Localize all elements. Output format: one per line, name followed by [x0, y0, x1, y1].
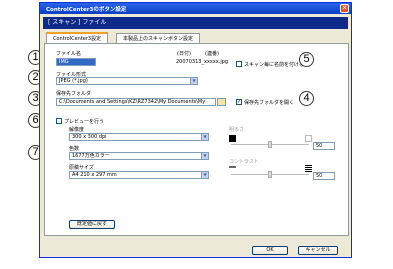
settings-panel: ファイル名 IMG (日付) (連番) 20070313_xxxxx.jpg ス…	[44, 43, 349, 236]
brightness-dark-icon	[229, 135, 236, 142]
callout-4: 4	[299, 91, 314, 106]
prompt-name-label: スキャン毎に名前を付ける	[244, 62, 305, 68]
serial-label: (連番)	[205, 51, 219, 57]
window-title: ControlCenter3のボタン設定	[46, 7, 127, 13]
doc-size-value: A4 210 x 297 mm	[72, 172, 117, 178]
ok-button[interactable]: OK	[252, 246, 288, 255]
contrast-value-field[interactable]: 50	[313, 172, 335, 180]
restore-defaults-button[interactable]: 既定値に戻す	[69, 220, 115, 229]
folder-browse-button[interactable]	[217, 98, 226, 106]
title-bar[interactable]: ControlCenter3のボタン設定 ✕	[40, 3, 351, 14]
settings-dialog: ControlCenter3のボタン設定 ✕ [ スキャン ] ファイル Con…	[39, 2, 352, 258]
chevron-down-icon[interactable]: ▼	[201, 172, 208, 178]
section-header: [ スキャン ] ファイル	[43, 17, 348, 29]
brightness-light-icon	[305, 135, 312, 142]
destination-input[interactable]: C:\Documents and Settings\KZ\RZ7342\My D…	[56, 98, 216, 106]
callout-5: 5	[299, 52, 314, 67]
contrast-low-icon	[229, 166, 236, 168]
resolution-select[interactable]: 300 x 300 dpi ▼	[69, 133, 209, 141]
chevron-down-icon[interactable]: ▼	[201, 134, 208, 140]
destination-label: 保存先フォルダ	[56, 91, 92, 97]
file-format-select[interactable]: JPEG (*.jpg) ▼	[56, 77, 198, 85]
close-button[interactable]: ✕	[340, 4, 349, 13]
preview-checkbox[interactable]	[56, 118, 62, 124]
brightness-slider-thumb[interactable]	[268, 141, 272, 148]
doc-size-label: 原稿サイズ	[69, 165, 94, 171]
doc-size-select[interactable]: A4 210 x 297 mm ▼	[69, 171, 209, 179]
show-folder-checkbox[interactable]: ✓	[236, 99, 242, 105]
color-value: 1677万色カラー	[72, 153, 110, 159]
date-label: (日付)	[177, 51, 191, 57]
tab-device-button-settings[interactable]: 本製品上のスキャンボタン設定	[116, 33, 201, 43]
tab-controlcenter-settings[interactable]: ControlCenter3設定	[46, 32, 109, 43]
brightness-label: 明るさ	[229, 127, 245, 133]
color-label: 色数	[69, 146, 80, 152]
file-format-value: JPEG (*.jpg)	[59, 78, 88, 84]
preview-label: プレビューを行う	[64, 119, 105, 125]
chevron-down-icon[interactable]: ▼	[201, 153, 208, 159]
contrast-slider-thumb[interactable]	[268, 171, 272, 178]
show-folder-label: 保存先フォルダを開く	[244, 100, 295, 106]
file-name-example: 20070313_xxxxx.jpg	[176, 59, 229, 65]
brightness-value-field[interactable]: 50	[313, 142, 335, 150]
prompt-name-checkbox[interactable]	[236, 61, 242, 67]
resolution-label: 解像度	[69, 127, 85, 133]
cancel-button[interactable]: キャンセル	[298, 246, 338, 255]
contrast-high-icon	[305, 165, 312, 172]
color-select[interactable]: 1677万色カラー ▼	[69, 152, 209, 160]
contrast-label: コントラスト	[229, 159, 259, 165]
file-name-label: ファイル名	[56, 51, 82, 57]
chevron-down-icon[interactable]: ▼	[190, 78, 197, 84]
file-name-input[interactable]: IMG	[56, 58, 96, 66]
resolution-value: 300 x 300 dpi	[72, 134, 107, 140]
